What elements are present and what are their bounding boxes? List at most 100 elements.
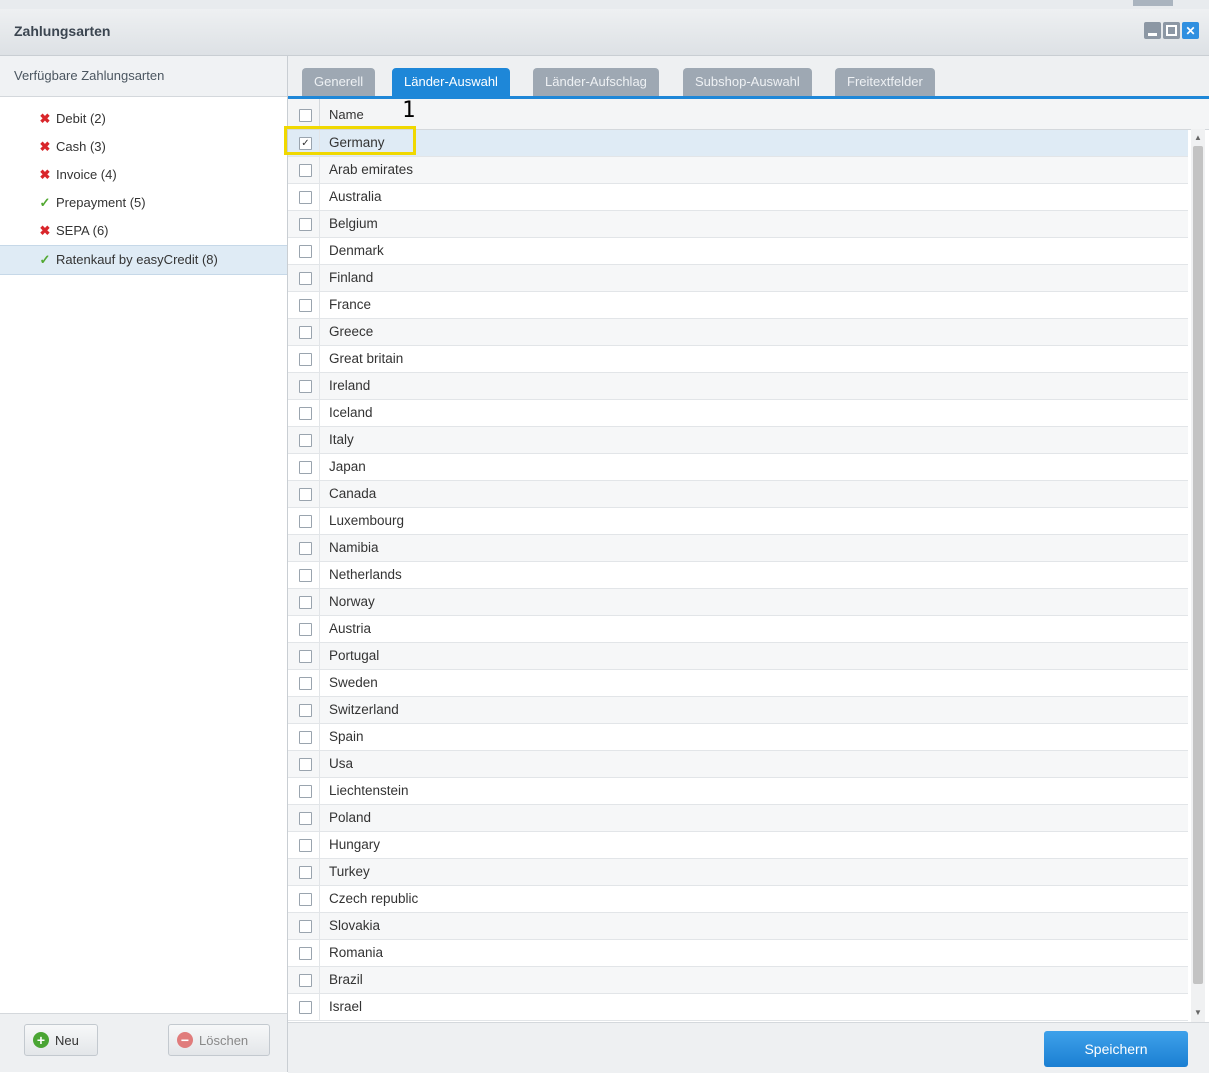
table-row[interactable]: Switzerland <box>288 697 1188 724</box>
tab-freitextfelder[interactable]: Freitextfelder <box>835 68 935 96</box>
tab-l-nder-auswahl[interactable]: Länder-Auswahl <box>392 68 510 96</box>
table-row[interactable]: Israel <box>288 994 1188 1021</box>
delete-button[interactable]: − Löschen <box>168 1024 270 1056</box>
payment-method-item[interactable]: ✖ Debit (2) <box>0 105 287 133</box>
row-checkbox[interactable] <box>299 407 312 420</box>
payment-method-item[interactable]: ✓ Prepayment (5) <box>0 189 287 217</box>
row-checkbox[interactable] <box>299 731 312 744</box>
row-checkbox[interactable] <box>299 245 312 258</box>
row-checkbox[interactable] <box>299 650 312 663</box>
table-row[interactable]: Japan <box>288 454 1188 481</box>
scroll-down-icon[interactable]: ▼ <box>1191 1006 1205 1020</box>
table-row[interactable]: Slovakia <box>288 913 1188 940</box>
row-checkbox[interactable] <box>299 866 312 879</box>
row-checkbox[interactable] <box>299 488 312 501</box>
table-row[interactable]: Liechtenstein <box>288 778 1188 805</box>
tab-bar: Generell Länder-Auswahl Länder-Aufschlag Su… <box>288 56 1209 99</box>
table-row[interactable]: Canada <box>288 481 1188 508</box>
payment-method-item[interactable]: ✓ Ratenkauf by easyCredit (8) <box>0 245 287 275</box>
table-row[interactable]: Usa <box>288 751 1188 778</box>
table-row[interactable]: Italy <box>288 427 1188 454</box>
maximize-button[interactable] <box>1163 22 1180 39</box>
select-all-checkbox[interactable] <box>299 109 312 122</box>
row-checkbox[interactable] <box>299 542 312 555</box>
payment-method-item[interactable]: ✖ Cash (3) <box>0 133 287 161</box>
table-row[interactable]: Netherlands <box>288 562 1188 589</box>
tab-l-nder-aufschlag[interactable]: Länder-Aufschlag <box>533 68 659 96</box>
row-checkbox[interactable] <box>299 893 312 906</box>
row-checkbox[interactable] <box>299 677 312 690</box>
cell-separator <box>319 886 320 912</box>
column-header-name[interactable]: Name <box>329 107 364 122</box>
cell-separator <box>319 589 320 615</box>
country-name: Denmark <box>329 243 384 258</box>
table-row[interactable]: Poland <box>288 805 1188 832</box>
table-row[interactable]: Australia <box>288 184 1188 211</box>
table-row[interactable]: Iceland <box>288 400 1188 427</box>
scrollbar-thumb[interactable] <box>1193 146 1203 984</box>
country-name: Iceland <box>329 405 373 420</box>
row-checkbox[interactable] <box>299 785 312 798</box>
sidebar-footer: + Neu − Löschen <box>0 1013 287 1072</box>
row-checkbox[interactable] <box>299 191 312 204</box>
row-checkbox[interactable] <box>299 218 312 231</box>
table-row[interactable]: Hungary <box>288 832 1188 859</box>
row-checkbox[interactable] <box>299 839 312 852</box>
table-row[interactable]: Greece <box>288 319 1188 346</box>
table-row[interactable]: Czech republic <box>288 886 1188 913</box>
new-button[interactable]: + Neu <box>24 1024 98 1056</box>
table-row[interactable]: Romania <box>288 940 1188 967</box>
row-checkbox[interactable] <box>299 461 312 474</box>
table-row[interactable]: Ireland <box>288 373 1188 400</box>
row-checkbox[interactable] <box>299 569 312 582</box>
table-row[interactable]: France <box>288 292 1188 319</box>
row-checkbox[interactable] <box>299 596 312 609</box>
table-row[interactable]: Portugal <box>288 643 1188 670</box>
cell-separator <box>319 508 320 534</box>
table-row[interactable]: Norway <box>288 589 1188 616</box>
table-row[interactable]: Austria <box>288 616 1188 643</box>
scroll-up-icon[interactable]: ▲ <box>1191 131 1205 145</box>
row-checkbox[interactable] <box>299 623 312 636</box>
cell-separator <box>319 373 320 399</box>
row-checkbox[interactable] <box>299 326 312 339</box>
table-row[interactable]: Sweden <box>288 670 1188 697</box>
table-row[interactable]: Namibia <box>288 535 1188 562</box>
row-checkbox[interactable] <box>299 299 312 312</box>
row-checkbox[interactable] <box>299 758 312 771</box>
table-row[interactable]: Belgium <box>288 211 1188 238</box>
save-button[interactable]: Speichern <box>1044 1031 1188 1067</box>
table-row[interactable]: ✓ Germany <box>288 130 1188 157</box>
row-checkbox[interactable] <box>299 353 312 366</box>
cell-separator <box>319 697 320 723</box>
table-row[interactable]: Finland <box>288 265 1188 292</box>
table-row[interactable]: Luxembourg <box>288 508 1188 535</box>
payment-method-item[interactable]: ✖ Invoice (4) <box>0 161 287 189</box>
row-checkbox[interactable] <box>299 380 312 393</box>
payment-method-item[interactable]: ✖ SEPA (6) <box>0 217 287 245</box>
cell-separator <box>319 238 320 264</box>
grid-scrollbar[interactable]: ▲ ▼ <box>1191 129 1205 1022</box>
country-name: Romania <box>329 945 384 960</box>
row-checkbox[interactable] <box>299 515 312 528</box>
row-checkbox[interactable] <box>299 164 312 177</box>
row-checkbox[interactable] <box>299 704 312 717</box>
close-button[interactable]: ✕ <box>1182 22 1199 39</box>
row-checkbox[interactable] <box>299 947 312 960</box>
cell-separator <box>319 346 320 372</box>
row-checkbox[interactable] <box>299 272 312 285</box>
table-row[interactable]: Spain <box>288 724 1188 751</box>
row-checkbox[interactable] <box>299 920 312 933</box>
table-row[interactable]: Brazil <box>288 967 1188 994</box>
table-row[interactable]: Arab emirates <box>288 157 1188 184</box>
table-row[interactable]: Denmark <box>288 238 1188 265</box>
row-checkbox[interactable] <box>299 434 312 447</box>
row-checkbox[interactable] <box>299 1001 312 1014</box>
row-checkbox[interactable] <box>299 974 312 987</box>
row-checkbox[interactable] <box>299 812 312 825</box>
table-row[interactable]: Turkey <box>288 859 1188 886</box>
table-row[interactable]: Great britain <box>288 346 1188 373</box>
minimize-button[interactable] <box>1144 22 1161 39</box>
tab-generell[interactable]: Generell <box>302 68 376 96</box>
tab-subshop-auswahl[interactable]: Subshop-Auswahl <box>683 68 812 96</box>
